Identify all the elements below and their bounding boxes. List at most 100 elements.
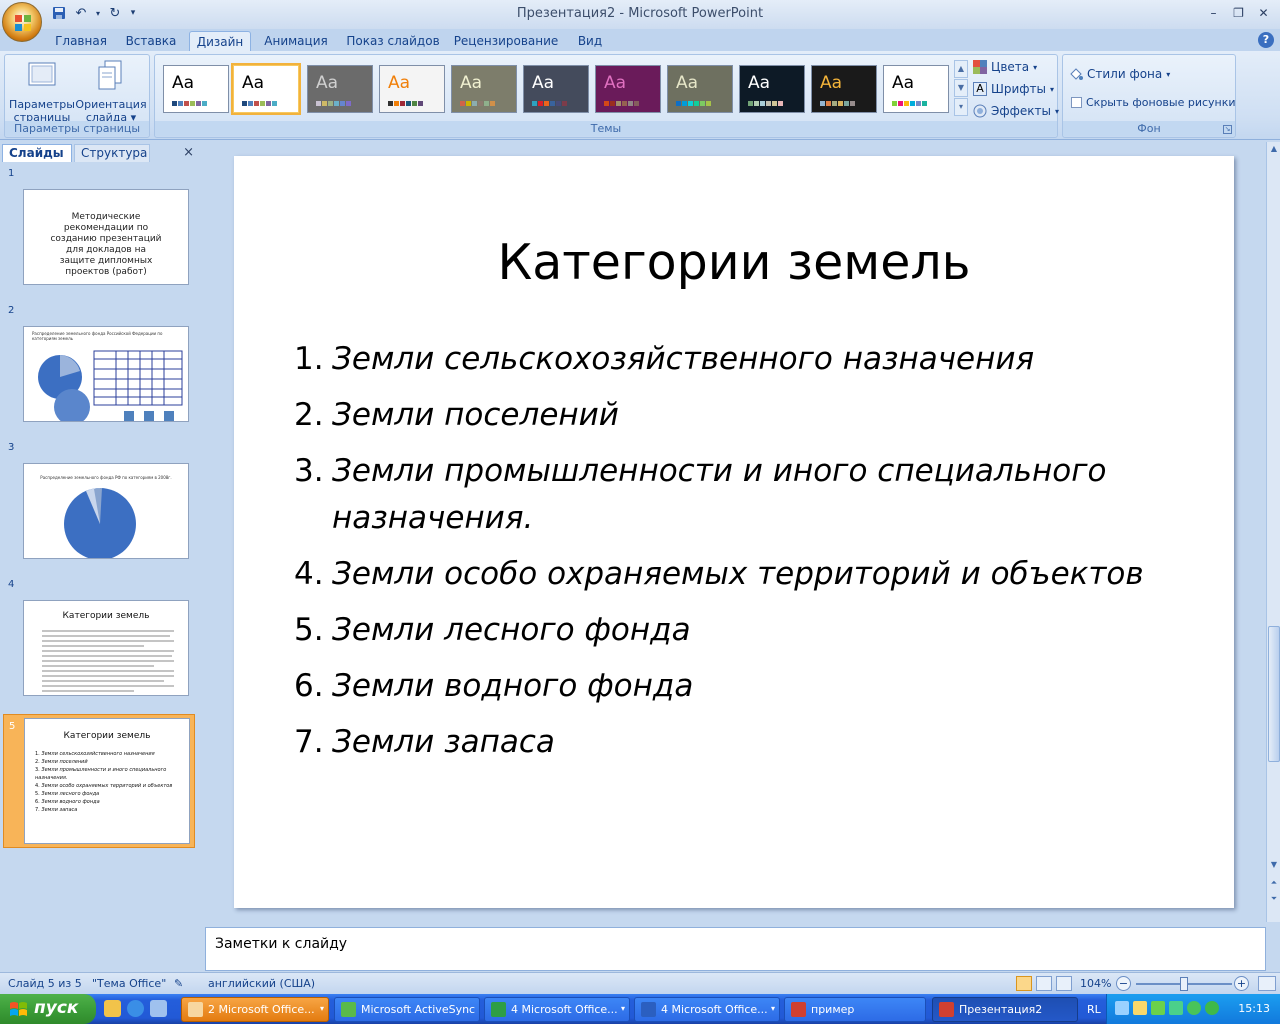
- close-button[interactable]: ✕: [1251, 2, 1276, 24]
- start-button[interactable]: пуск: [0, 994, 96, 1024]
- tab-slides[interactable]: Слайды: [2, 144, 72, 162]
- thumbnail-list-text: Земли промышленности и иного специальног…: [35, 767, 167, 781]
- language-bar[interactable]: RL: [1087, 1003, 1101, 1016]
- taskbar-button[interactable]: Microsoft ActiveSync: [334, 997, 480, 1022]
- color-swatch: [826, 101, 831, 106]
- theme-thumbnail[interactable]: Aa: [667, 65, 733, 113]
- slide-canvas[interactable]: Категории земель 1. Земли сельскохозяйст…: [234, 156, 1234, 908]
- theme-thumbnail[interactable]: Aa: [307, 65, 373, 113]
- theme-thumbnail[interactable]: Aa: [523, 65, 589, 113]
- theme-scroll-down[interactable]: ▼: [954, 79, 968, 97]
- tab-animation[interactable]: Анимация: [258, 31, 334, 51]
- tab-design[interactable]: Дизайн: [189, 31, 251, 51]
- slide-content-list[interactable]: 1. Земли сельскохозяйственного назначени…: [294, 336, 1194, 775]
- tray-update-icon[interactable]: [1205, 1001, 1219, 1015]
- slide-thumbnail-1[interactable]: 1 Методические рекомендации по созданию …: [3, 162, 195, 294]
- slide-thumbnail-2[interactable]: 2 Распределение земельного фонда Российс…: [3, 299, 195, 431]
- outlook-icon[interactable]: [104, 1000, 121, 1017]
- theme-thumbnail[interactable]: Aa: [595, 65, 661, 113]
- tab-slideshow[interactable]: Показ слайдов: [344, 31, 442, 51]
- color-swatch: [616, 101, 621, 106]
- slide-thumbnail-4[interactable]: 4 Категории земель: [3, 573, 195, 705]
- tray-status-icon[interactable]: [1187, 1001, 1201, 1015]
- theme-effects-button[interactable]: Эффекты ▾: [973, 104, 1059, 118]
- help-icon[interactable]: ?: [1258, 32, 1274, 48]
- internet-explorer-icon[interactable]: [127, 1000, 144, 1017]
- slideshow-view-button[interactable]: [1056, 976, 1072, 991]
- tab-outline[interactable]: Структура: [74, 144, 150, 162]
- scroll-down-arrow[interactable]: ▼: [1268, 860, 1280, 874]
- language-indicator[interactable]: английский (США): [208, 977, 315, 990]
- scrollbar-thumb[interactable]: [1268, 626, 1280, 762]
- list-item-text: Земли особо охраняемых территорий и объе…: [332, 556, 1144, 592]
- zoom-in-button[interactable]: +: [1234, 976, 1249, 991]
- tab-view[interactable]: Вид: [570, 31, 610, 51]
- fit-to-window-button[interactable]: [1258, 976, 1276, 991]
- theme-gallery-more[interactable]: ▾: [954, 98, 968, 116]
- slide-sorter-button[interactable]: [1036, 976, 1052, 991]
- taskbar-button[interactable]: Презентация2: [932, 997, 1078, 1022]
- theme-thumbnail[interactable]: Aa: [451, 65, 517, 113]
- previous-slide-icon[interactable]: ⏶: [1268, 878, 1280, 892]
- tab-insert[interactable]: Вставка: [118, 31, 184, 51]
- tray-mail-icon[interactable]: [1133, 1001, 1147, 1015]
- color-swatch: [844, 101, 849, 106]
- theme-thumbnail[interactable]: Aa: [379, 65, 445, 113]
- vertical-scrollbar[interactable]: ▲ ▼ ⏶ ⏷: [1266, 142, 1280, 922]
- color-swatch: [418, 101, 423, 106]
- checkbox-icon[interactable]: [1071, 97, 1082, 108]
- notes-pane[interactable]: Заметки к слайду: [205, 927, 1266, 971]
- taskbar-button[interactable]: 4 Microsoft Office... ▾: [484, 997, 630, 1022]
- normal-view-button[interactable]: [1016, 976, 1032, 991]
- minimize-button[interactable]: –: [1201, 2, 1226, 24]
- taskbar-button[interactable]: 2 Microsoft Office... ▾: [181, 997, 329, 1022]
- theme-scroll-up[interactable]: ▲: [954, 60, 968, 78]
- tray-app-icon[interactable]: [1169, 1001, 1183, 1015]
- slide-list-item[interactable]: 3. Земли промышленности и иного специальн…: [294, 448, 1194, 542]
- slide-list-item[interactable]: 2. Земли поселений: [294, 392, 1194, 439]
- theme-fonts-button[interactable]: A Шрифты ▾: [973, 82, 1054, 96]
- color-swatch: [604, 101, 609, 106]
- color-swatch: [892, 101, 897, 106]
- taskbar-button-label: 4 Microsoft Office...: [661, 1003, 768, 1016]
- close-pane-icon[interactable]: ×: [183, 145, 194, 160]
- office-button[interactable]: [2, 2, 42, 42]
- thumbnail-title: Категории земель: [63, 731, 151, 741]
- zoom-slider-knob[interactable]: [1180, 977, 1188, 991]
- slide-title[interactable]: Категории земель: [234, 234, 1234, 291]
- theme-thumbnail[interactable]: Aa: [883, 65, 949, 113]
- theme-thumbnail[interactable]: Aa: [231, 63, 301, 115]
- tab-review[interactable]: Рецензирование: [452, 31, 560, 51]
- notes-placeholder: Заметки к слайду: [215, 936, 348, 952]
- tray-network-icon[interactable]: [1115, 1001, 1129, 1015]
- theme-thumbnail[interactable]: Aa: [163, 65, 229, 113]
- slide-thumbnail-5[interactable]: 5 Категории земель 1. Земли сельскохозяй…: [3, 714, 195, 848]
- next-slide-icon[interactable]: ⏷: [1268, 894, 1280, 908]
- slide-list-item[interactable]: 5. Земли лесного фонда: [294, 607, 1194, 654]
- slide-thumbnail-3[interactable]: 3 Распределение земельного фонда РФ по к…: [3, 436, 195, 568]
- hide-background-checkbox[interactable]: Скрыть фоновые рисунки: [1071, 96, 1236, 109]
- slide-list-item[interactable]: 6. Земли водного фонда: [294, 663, 1194, 710]
- slide-list-item[interactable]: 4. Земли особо охраняемых территорий и о…: [294, 551, 1194, 598]
- spellcheck-icon[interactable]: ✎: [174, 977, 190, 990]
- zoom-level[interactable]: 104%: [1080, 977, 1111, 990]
- taskbar-button[interactable]: 4 Microsoft Office... ▾: [634, 997, 780, 1022]
- page-setup-button[interactable]: Параметры страницы: [9, 59, 75, 124]
- slide-list-item[interactable]: 1. Земли сельскохозяйственного назначени…: [294, 336, 1194, 383]
- theme-thumbnail[interactable]: Aa: [811, 65, 877, 113]
- restore-button[interactable]: ❐: [1226, 2, 1251, 24]
- slide-number: 4: [8, 579, 15, 590]
- theme-thumbnail[interactable]: Aa: [739, 65, 805, 113]
- slide-list-item[interactable]: 7. Земли запаса: [294, 719, 1194, 766]
- themes-group: Aa Aa Aa Aa Aa Aa Aa Aa Aa Aa Aa ▲ ▼ ▾ Цвета ▾ A Шр…: [154, 54, 1059, 138]
- taskbar-button[interactable]: пример: [784, 997, 926, 1022]
- show-desktop-icon[interactable]: [150, 1000, 167, 1017]
- background-styles-button[interactable]: Стили фона ▾: [1069, 67, 1170, 81]
- zoom-out-button[interactable]: −: [1116, 976, 1131, 991]
- dialog-launcher-icon[interactable]: ↘: [1223, 125, 1232, 134]
- tab-home[interactable]: Главная: [50, 31, 112, 51]
- scroll-up-arrow[interactable]: ▲: [1268, 144, 1280, 158]
- theme-colors-button[interactable]: Цвета ▾: [973, 60, 1037, 74]
- slide-orientation-button[interactable]: Ориентация слайда ▾: [75, 59, 147, 124]
- tray-sync-icon[interactable]: [1151, 1001, 1165, 1015]
